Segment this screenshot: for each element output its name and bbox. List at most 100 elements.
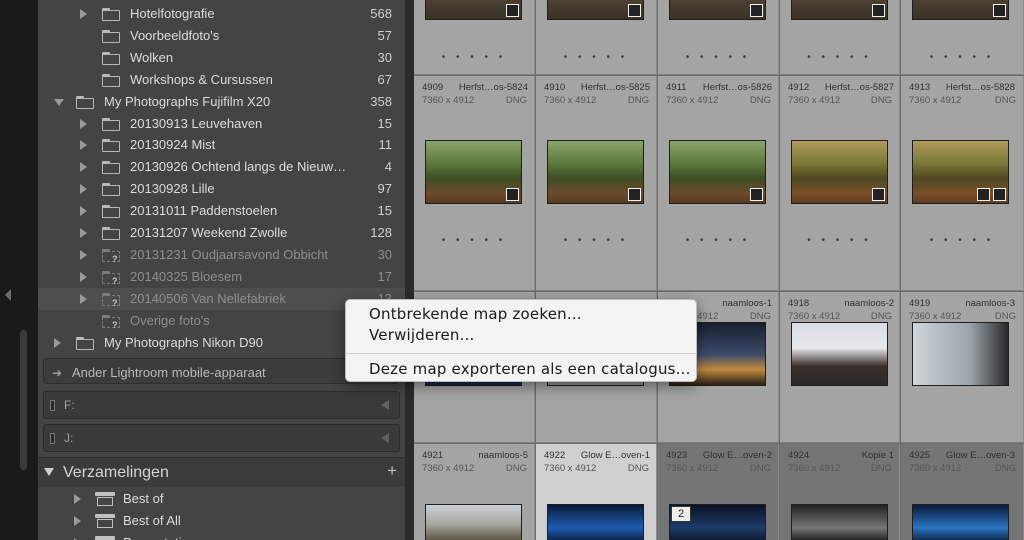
grid-cell[interactable]: 4910 Herfst…os-5825 7360 x 4912 DNG • • • • …: [536, 76, 657, 291]
expand-closed-icon[interactable]: [80, 162, 87, 173]
grid-cell[interactable]: 4925 Glow E…oven-3 7360 x 4912 DNG: [901, 444, 1024, 540]
photo-index: 4911: [666, 82, 687, 93]
photo-thumbnail[interactable]: [791, 504, 888, 540]
collection-row[interactable]: Best of All: [38, 510, 405, 532]
rating-dots[interactable]: • • • • •: [658, 52, 778, 63]
photo-thumbnail[interactable]: [425, 0, 522, 20]
collection-row[interactable]: Best of: [38, 488, 405, 510]
photo-thumbnail[interactable]: [547, 0, 644, 20]
photo-thumbnail[interactable]: [791, 140, 888, 204]
grid-cell[interactable]: 4921 naamloos-5 7360 x 4912 DNG: [414, 444, 535, 540]
folder-row[interactable]: My Photographs Fujifilm X20 358: [38, 91, 405, 113]
photo-format: DNG: [994, 463, 1016, 474]
photo-thumbnail[interactable]: [791, 322, 888, 386]
folder-row[interactable]: 20131207 Weekend Zwolle 128: [38, 222, 405, 244]
folder-count: 67: [377, 71, 392, 87]
expand-closed-icon[interactable]: [74, 516, 81, 526]
photo-format: DNG: [870, 311, 892, 322]
folder-row[interactable]: 20130913 Leuvehaven 15: [38, 113, 405, 135]
collapse-left-panel-icon[interactable]: [5, 289, 11, 301]
collection-row[interactable]: Presentaties: [38, 532, 405, 540]
grid-cell[interactable]: • • • • •: [658, 0, 779, 75]
collections-header[interactable]: Verzamelingen +: [38, 457, 405, 487]
panel-scrollbar[interactable]: [20, 330, 27, 470]
expand-open-icon[interactable]: [54, 98, 64, 106]
photo-thumbnail[interactable]: [669, 0, 766, 20]
folder-name: 20131011 Paddenstoelen: [130, 203, 278, 219]
photo-thumbnail[interactable]: [912, 504, 1009, 540]
grid-cell[interactable]: 4909 Herfst…os-5824 7360 x 4912 DNG • • • • …: [414, 76, 535, 291]
rating-dots[interactable]: • • • • •: [536, 52, 656, 63]
folder-row[interactable]: Hotelfotografie 568: [38, 3, 405, 25]
rating-dots[interactable]: • • • • •: [414, 235, 534, 246]
stack-count-badge[interactable]: 2: [671, 506, 691, 522]
expand-closed-icon[interactable]: [80, 249, 87, 260]
grid-cell[interactable]: 4911 Herfst…os-5826 7360 x 4912 DNG • • • • …: [658, 76, 779, 291]
folder-name: Overige foto's: [130, 312, 210, 328]
expand-closed-icon[interactable]: [80, 271, 87, 282]
rating-dots[interactable]: • • • • •: [658, 235, 778, 246]
rating-dots[interactable]: • • • • •: [780, 52, 899, 63]
photo-format: DNG: [870, 95, 892, 106]
folder-count: 568: [370, 6, 392, 21]
grid-cell[interactable]: 4924 Kopie 1 7360 x 4912 DNG: [780, 444, 900, 540]
photo-thumbnail[interactable]: [669, 140, 766, 204]
folder-row[interactable]: 20130926 Ochtend langs de Nieuw… 4: [38, 156, 405, 178]
photo-thumbnail[interactable]: [425, 140, 522, 204]
photo-filename: Herfst…os-5828: [945, 82, 1015, 93]
folder-row[interactable]: ? 20140325 Bloesem 17: [38, 266, 405, 288]
photo-thumbnail[interactable]: [912, 140, 1009, 204]
folder-row[interactable]: Workshops & Cursussen 67: [38, 69, 405, 91]
add-collection-icon[interactable]: +: [387, 461, 397, 481]
photo-format: DNG: [749, 311, 771, 322]
rating-dots[interactable]: • • • • •: [780, 235, 899, 246]
expand-closed-icon[interactable]: [80, 9, 87, 19]
volume-f[interactable]: F:: [43, 391, 400, 419]
grid-cell[interactable]: • • • • •: [414, 0, 535, 75]
photo-thumbnail[interactable]: [547, 140, 644, 204]
rating-dots[interactable]: • • • • •: [536, 235, 656, 246]
disclosure-icon[interactable]: [381, 400, 389, 410]
grid-cell[interactable]: 4919 naamloos-3 7360 x 4912 DNG: [901, 292, 1024, 443]
menu-item-find-missing-folder[interactable]: Ontbrekende map zoeken...: [369, 305, 582, 323]
grid-cell[interactable]: • • • • •: [780, 0, 900, 75]
grid-cell[interactable]: 4923 Glow E…oven-2 7360 x 4912 DNG 2: [658, 444, 779, 540]
grid-cell[interactable]: • • • • •: [901, 0, 1024, 75]
photo-thumbnail[interactable]: [791, 0, 888, 20]
folder-row[interactable]: 20130928 Lille 97: [38, 178, 405, 200]
grid-cell[interactable]: • • • • •: [536, 0, 657, 75]
folder-row[interactable]: 20131011 Paddenstoelen 15: [38, 200, 405, 222]
folder-row[interactable]: Voorbeeldfoto's 57: [38, 25, 405, 47]
grid-cell[interactable]: 4913 Herfst…os-5828 7360 x 4912 DNG • • • • …: [901, 76, 1024, 291]
photo-thumbnail[interactable]: [912, 0, 1009, 20]
folder-count: 11: [378, 137, 393, 153]
expand-closed-icon[interactable]: [80, 140, 87, 151]
grid-cell[interactable]: 4918 naamloos-2 7360 x 4912 DNG: [780, 292, 900, 443]
folder-row[interactable]: Wolken 30: [38, 47, 405, 69]
menu-item-export-as-catalog[interactable]: Deze map exporteren als een catalogus...: [369, 360, 691, 378]
expand-triangle-icon[interactable]: [44, 468, 54, 476]
expand-closed-icon[interactable]: [80, 228, 87, 238]
photo-thumbnail[interactable]: [547, 504, 644, 540]
menu-item-remove[interactable]: Verwijderen...: [369, 326, 475, 344]
disclosure-icon[interactable]: [381, 433, 389, 443]
grid-cell[interactable]: 4912 Herfst…os-5827 7360 x 4912 DNG • • • • …: [780, 76, 900, 291]
folder-row[interactable]: 20130924 Mist 11: [38, 134, 405, 156]
expand-closed-icon[interactable]: [80, 118, 87, 129]
photo-filename: Herfst…os-5827: [824, 82, 894, 93]
rating-dots[interactable]: • • • • •: [901, 52, 1023, 63]
photo-thumbnail[interactable]: [912, 322, 1009, 386]
expand-closed-icon[interactable]: [54, 337, 61, 348]
expand-closed-icon[interactable]: [80, 206, 87, 217]
folder-name: Voorbeeldfoto's: [130, 27, 220, 43]
volume-j[interactable]: J:: [43, 424, 400, 452]
expand-closed-icon[interactable]: [74, 494, 81, 504]
photo-format: DNG: [870, 463, 892, 474]
expand-closed-icon[interactable]: [80, 184, 87, 195]
photo-thumbnail[interactable]: [425, 504, 522, 540]
grid-cell[interactable]: 4922 Glow E…oven-1 7360 x 4912 DNG: [536, 444, 657, 540]
expand-closed-icon[interactable]: [80, 293, 87, 304]
rating-dots[interactable]: • • • • •: [414, 52, 534, 63]
folder-row[interactable]: ? 20131231 Oudjaarsavond Obbicht 30: [38, 244, 405, 266]
rating-dots[interactable]: • • • • •: [901, 235, 1023, 246]
